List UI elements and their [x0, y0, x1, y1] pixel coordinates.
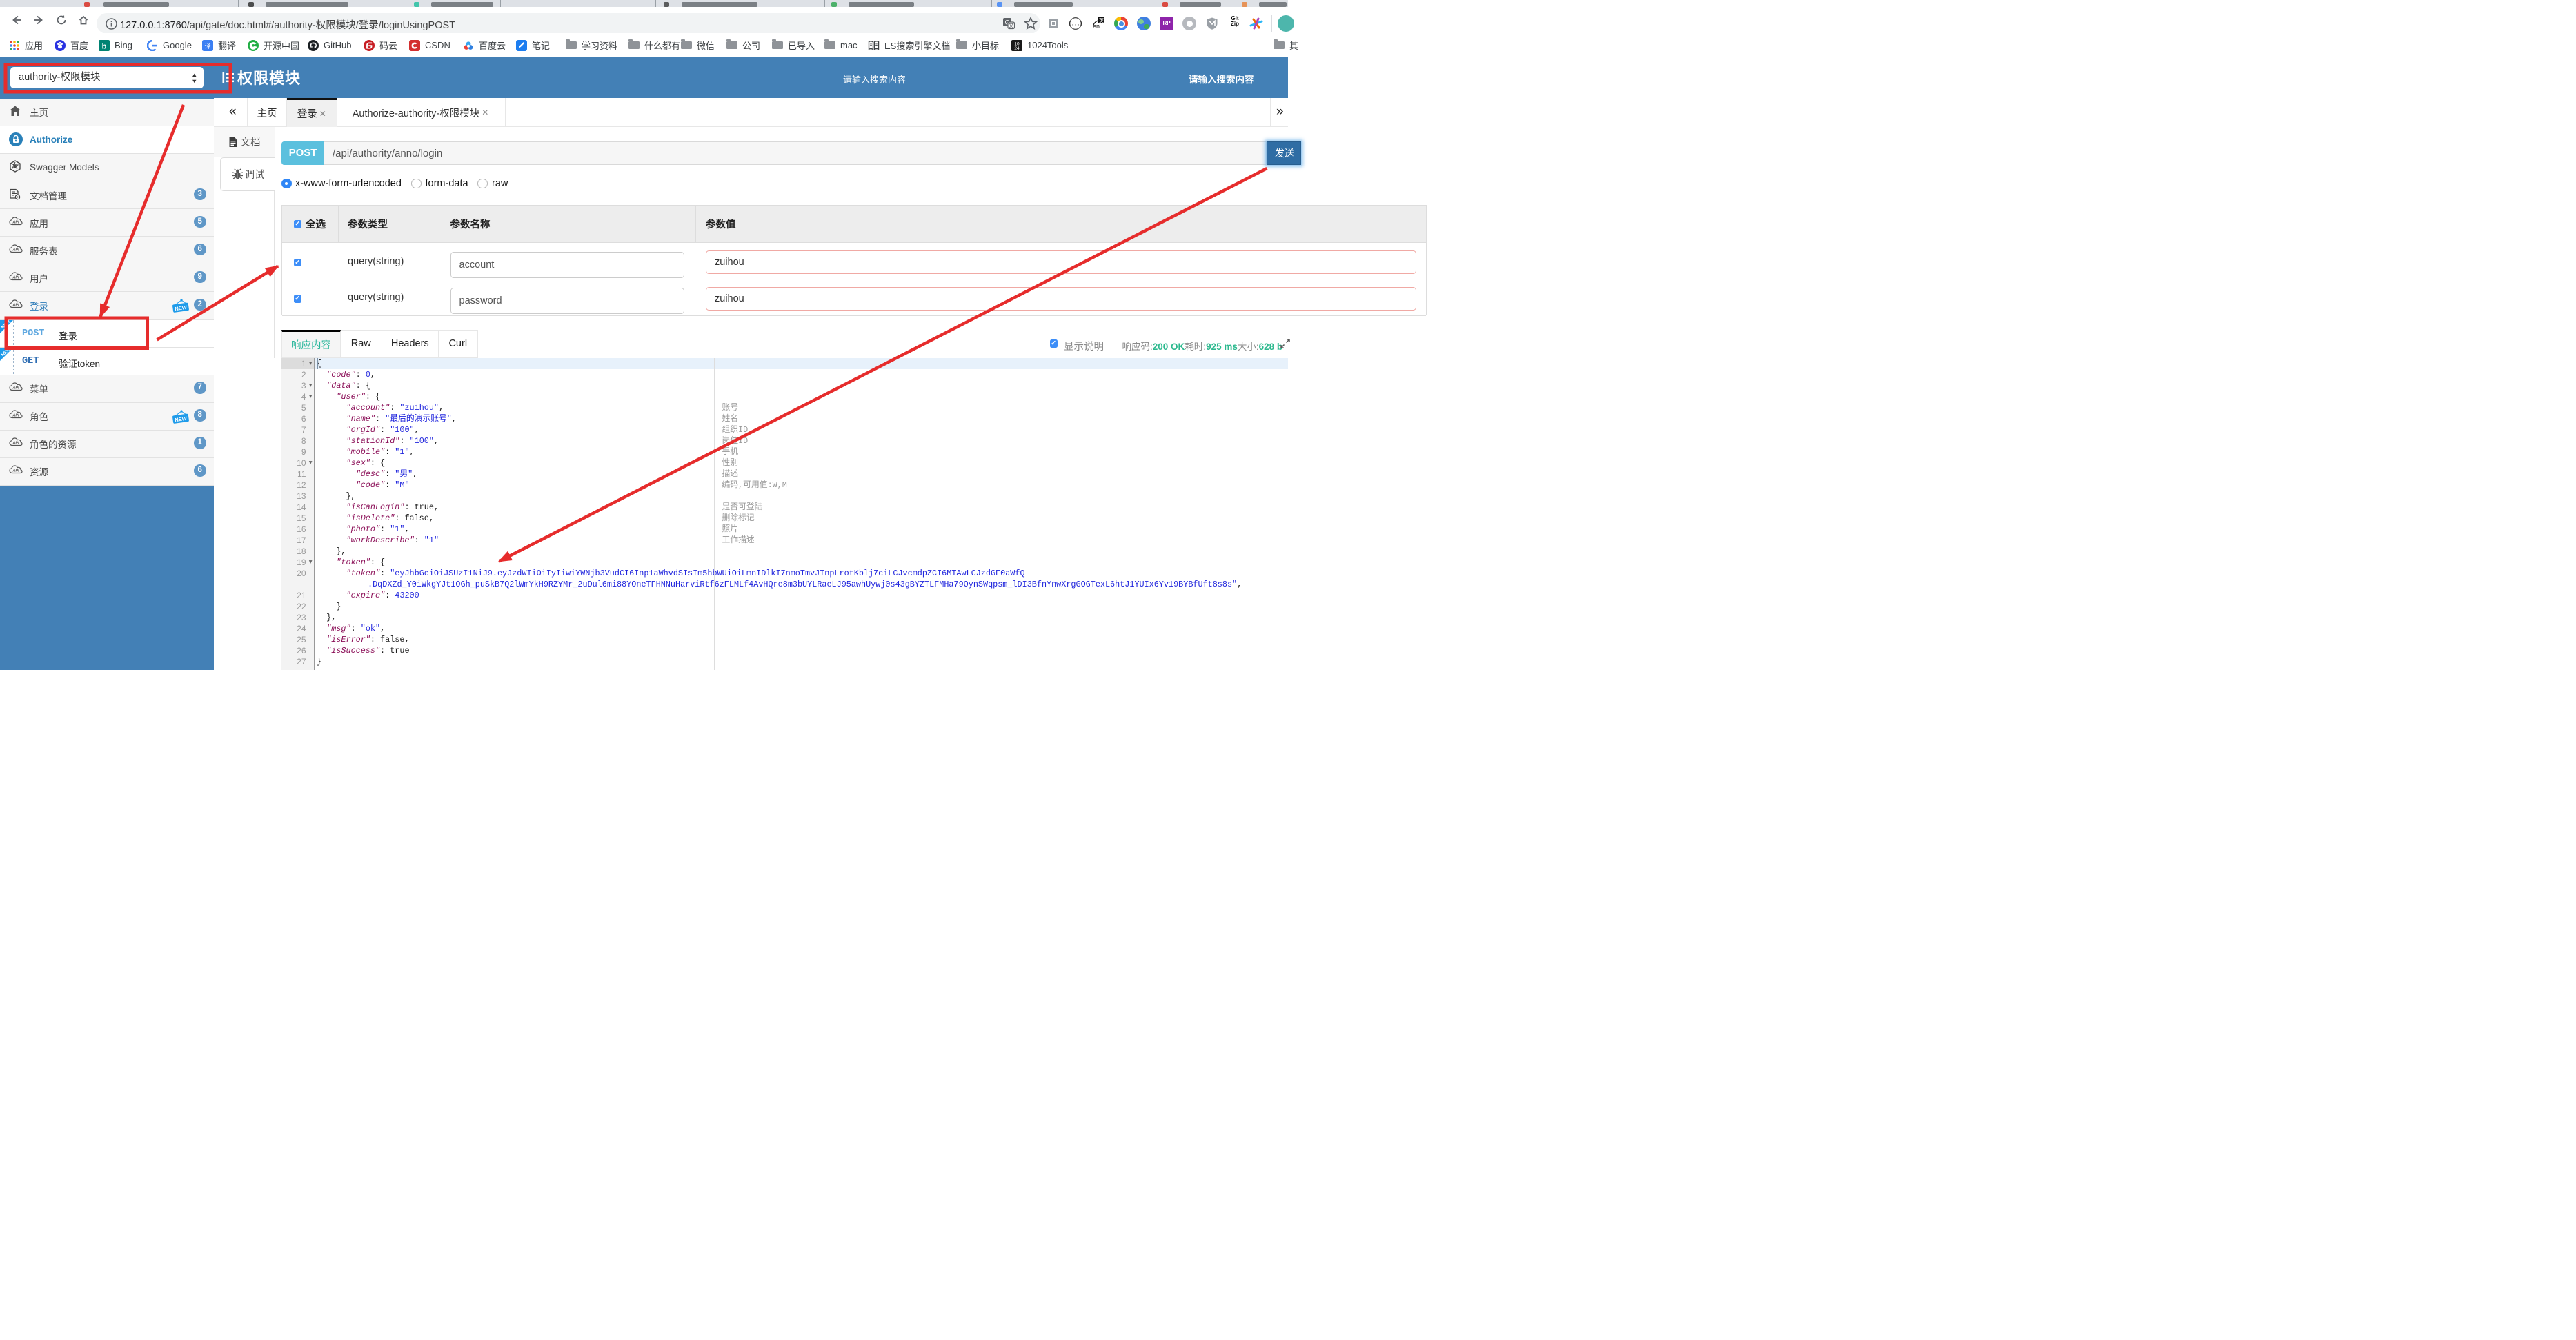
svg-text:API: API — [12, 469, 19, 473]
svg-text:API: API — [12, 386, 19, 391]
svg-text:API: API — [12, 220, 19, 224]
svg-text:译: 译 — [204, 43, 210, 50]
svg-text:文: 文 — [1009, 22, 1014, 29]
svg-text:API: API — [12, 248, 19, 252]
svg-text:API: API — [12, 303, 19, 307]
svg-text:英: 英 — [1099, 17, 1104, 24]
svg-text:API: API — [12, 414, 19, 418]
svg-text:{...}: {...} — [1069, 22, 1082, 28]
svg-text:24: 24 — [1014, 46, 1020, 51]
svg-text:b: b — [102, 42, 107, 50]
svg-text:API: API — [12, 275, 19, 279]
svg-text:API: API — [12, 442, 19, 446]
